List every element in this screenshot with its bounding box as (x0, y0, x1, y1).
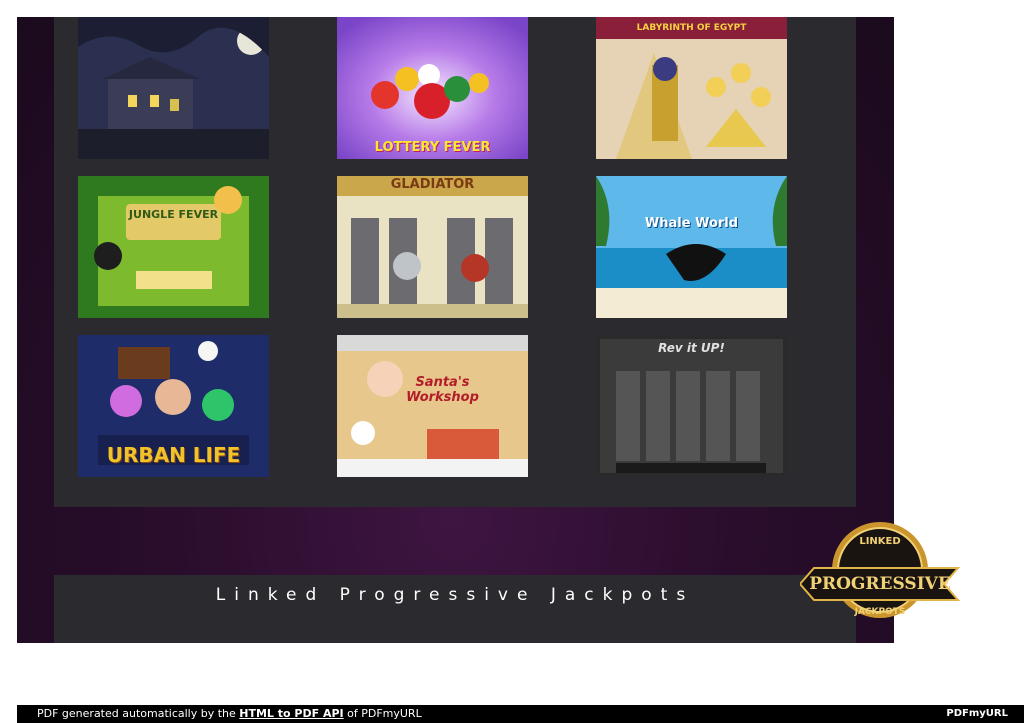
haunted-house-image (78, 17, 269, 159)
jackpot-title: Linked Progressive Jackpots (215, 585, 695, 605)
game-tile-gladiator[interactable]: GLADIATOR (337, 176, 528, 318)
game-tile-haunted-house[interactable] (78, 17, 269, 159)
rev-it-up-title: Rev it UP! (658, 341, 725, 355)
game-tile-lottery-fever[interactable]: LOTTERY FEVER (337, 17, 528, 159)
lottery-fever-title: LOTTERY FEVER (374, 140, 491, 155)
pdfmyurl-logo[interactable]: PDFmyURL (946, 708, 1008, 719)
jungle-fever-title: JUNGLE FEVER (128, 208, 219, 221)
html-to-pdf-api-link[interactable]: HTML to PDF API (239, 707, 343, 720)
footer: PDF generated automatically by the HTML … (0, 705, 1024, 723)
badge-top-text: LINKED (859, 536, 900, 547)
game-tile-jungle-fever[interactable]: JUNGLE FEVER (78, 176, 269, 318)
game-tile-whale-world[interactable]: Whale World (596, 176, 787, 318)
game-tile-urban-life[interactable]: URBAN LIFE (78, 335, 269, 477)
footer-suffix: of PDFmyURL (343, 707, 422, 720)
badge-main-text: PROGRESSIVE (809, 574, 951, 594)
footer-bar: PDF generated automatically by the HTML … (17, 705, 1024, 723)
jackpot-bar: Linked Progressive Jackpots (54, 575, 856, 643)
labyrinth-of-egypt-title: LABYRINTH OF EGYPT (636, 23, 747, 33)
badge-emblem-icon: LINKED PROGRESSIVE JACKPOTS (798, 522, 961, 618)
gladiator-image (337, 176, 528, 318)
labyrinth-of-egypt-image (596, 17, 787, 159)
rev-it-up-image (596, 335, 787, 477)
game-tile-santas-workshop[interactable]: Santa's Workshop (337, 335, 528, 477)
progressive-jackpots-badge: LINKED PROGRESSIVE JACKPOTS (798, 520, 961, 620)
santas-workshop-title: Santa's Workshop (406, 375, 479, 405)
whale-world-image (596, 176, 787, 318)
footer-prefix: PDF generated automatically by the (37, 707, 240, 720)
page: LOTTERY FEVER LABYRINTH OF EGYPT JUNGLE … (0, 0, 1024, 723)
jungle-fever-image (78, 176, 269, 318)
gladiator-title: GLADIATOR (390, 177, 475, 192)
footer-text: PDF generated automatically by the HTML … (37, 707, 422, 720)
santas-workshop-image (337, 335, 528, 477)
whale-world-title: Whale World (644, 216, 739, 231)
urban-life-title: URBAN LIFE (106, 443, 241, 467)
game-tile-labyrinth-of-egypt[interactable]: LABYRINTH OF EGYPT (596, 17, 787, 159)
badge-bottom-text: JACKPOTS (854, 607, 906, 617)
game-tile-rev-it-up[interactable]: Rev it UP! (596, 335, 787, 477)
lottery-fever-image (337, 17, 528, 159)
